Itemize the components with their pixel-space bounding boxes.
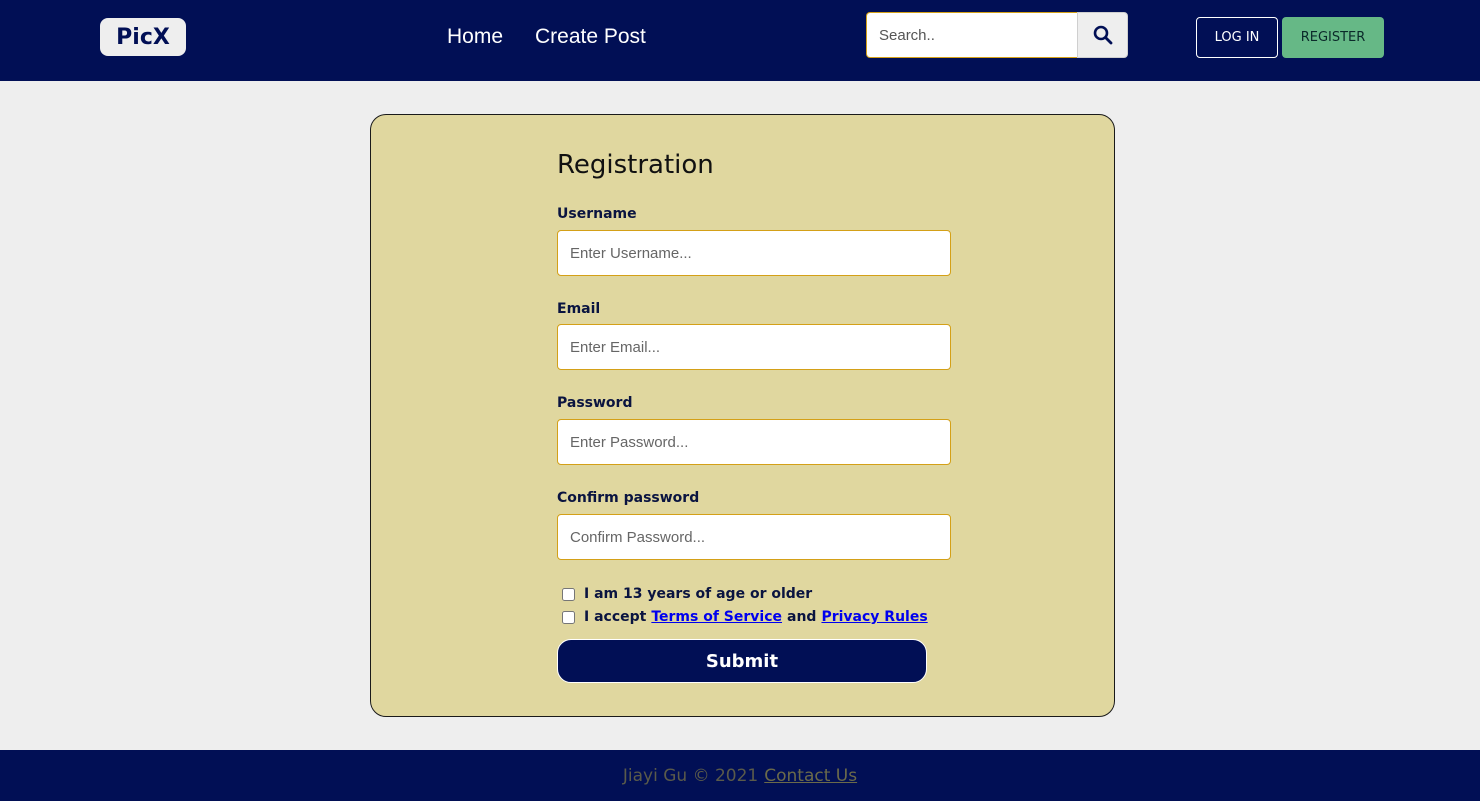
terms-checkbox[interactable] (562, 610, 575, 624)
email-input[interactable] (557, 324, 951, 370)
username-input[interactable] (557, 230, 951, 276)
email-label: Email (557, 301, 601, 317)
password-input[interactable] (557, 419, 951, 465)
footer: Jiayi Gu © 2021 Contact Us (0, 750, 1480, 801)
login-button[interactable]: LOG IN (1196, 17, 1278, 58)
password-label: Password (557, 395, 633, 411)
nav-home-link[interactable]: Home (447, 24, 503, 50)
footer-text: Jiayi Gu © 2021 (622, 765, 759, 786)
age-checkbox[interactable] (562, 587, 575, 601)
terms-check-row: I accept Terms of Service and Privacy Ru… (562, 608, 933, 626)
terms-of-service-link[interactable]: Terms of Service (651, 608, 782, 626)
search-button[interactable] (1077, 12, 1128, 58)
logo[interactable]: PicX (100, 18, 186, 56)
confirm-password-input[interactable] (557, 514, 951, 560)
search-input[interactable] (866, 12, 1077, 58)
age-check-row: I am 13 years of age or older (562, 585, 812, 603)
terms-prefix: I accept (584, 609, 647, 625)
username-label: Username (557, 206, 637, 222)
submit-button[interactable]: Submit (557, 639, 927, 683)
form-title: Registration (557, 150, 714, 180)
privacy-rules-link[interactable]: Privacy Rules (821, 608, 927, 626)
navbar: PicX Home Create Post LOG IN REGISTER (0, 0, 1480, 81)
confirm-password-label: Confirm password (557, 490, 700, 506)
terms-middle: and (787, 609, 817, 625)
age-check-label: I am 13 years of age or older (584, 586, 813, 602)
register-button[interactable]: REGISTER (1282, 17, 1384, 58)
registration-card (370, 114, 1115, 717)
search-icon (1093, 25, 1112, 45)
contact-us-link[interactable]: Contact Us (764, 766, 857, 786)
nav-create-post-link[interactable]: Create Post (535, 24, 646, 50)
